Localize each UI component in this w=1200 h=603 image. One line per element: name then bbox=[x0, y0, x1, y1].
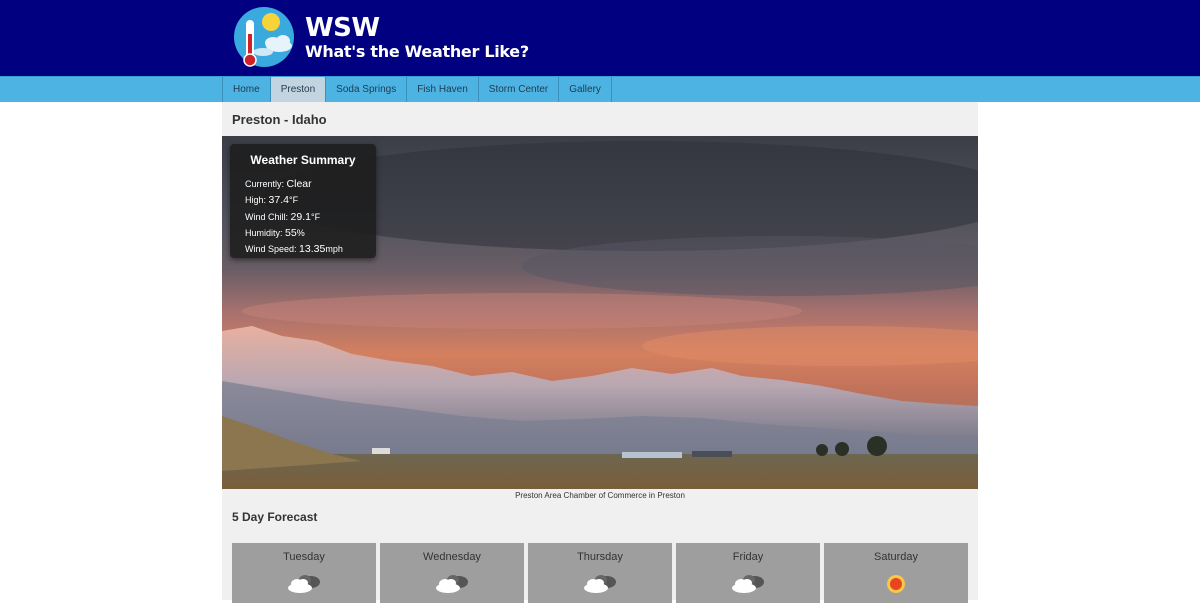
hero-image: Weather Summary Currently: Clear High: 3… bbox=[222, 136, 978, 489]
high-unit: °F bbox=[288, 195, 299, 206]
nav-storm-center[interactable]: Storm Center bbox=[479, 77, 560, 102]
logo-thermometer-icon[interactable] bbox=[233, 6, 295, 68]
humidity-unit: % bbox=[296, 227, 305, 238]
forecast-heading: 5 Day Forecast bbox=[232, 510, 318, 524]
partly-cloudy-icon bbox=[732, 575, 764, 593]
forecast-day-label: Wednesday bbox=[423, 551, 481, 563]
windchill-unit: °F bbox=[310, 211, 321, 222]
summary-list: Currently: Clear High: 37.4°F Wind Chill… bbox=[230, 176, 376, 257]
summary-row-humidity: Humidity: 55% bbox=[245, 225, 376, 241]
windchill-label: Wind Chill: bbox=[245, 211, 289, 222]
humidity-value: 55 bbox=[285, 226, 297, 239]
main-content: Preston - Idaho Weather Summary Currentl… bbox=[222, 102, 978, 603]
partly-cloudy-icon bbox=[584, 575, 616, 593]
forecast-card-thursday: Thursday bbox=[528, 543, 672, 603]
nav-fish-haven[interactable]: Fish Haven bbox=[407, 77, 479, 102]
forecast-card-wednesday: Wednesday bbox=[380, 543, 524, 603]
windspeed-label: Wind Speed: bbox=[245, 244, 297, 255]
forecast-day-label: Thursday bbox=[577, 551, 623, 563]
windchill-value: 29.1 bbox=[290, 210, 311, 223]
nav-menu: Home Preston Soda Springs Fish Haven Sto… bbox=[222, 77, 612, 103]
site-tagline: What's the Weather Like? bbox=[305, 42, 529, 61]
partly-cloudy-icon bbox=[288, 575, 320, 593]
photo-caption: Preston Area Chamber of Commerce in Pres… bbox=[515, 491, 685, 500]
nav-soda-springs[interactable]: Soda Springs bbox=[326, 77, 408, 102]
currently-value: Clear bbox=[286, 178, 312, 190]
nav-preston[interactable]: Preston bbox=[270, 77, 327, 102]
forecast-day-label: Tuesday bbox=[283, 551, 325, 563]
forecast-card-friday: Friday bbox=[676, 543, 820, 603]
currently-label: Currently: bbox=[245, 179, 285, 189]
weather-summary-panel: Weather Summary Currently: Clear High: 3… bbox=[230, 144, 376, 258]
windspeed-unit: mph bbox=[325, 244, 343, 255]
sun-icon bbox=[887, 575, 905, 593]
main-nav: Home Preston Soda Springs Fish Haven Sto… bbox=[0, 76, 1200, 103]
summary-row-windspeed: Wind Speed: 13.35mph bbox=[245, 241, 376, 257]
partly-cloudy-icon bbox=[436, 575, 468, 593]
nav-gallery[interactable]: Gallery bbox=[559, 77, 612, 102]
forecast-day-label: Friday bbox=[732, 551, 764, 563]
forecast-card-saturday: Saturday bbox=[824, 543, 968, 603]
forecast-day-label: Saturday bbox=[873, 551, 919, 563]
nav-home[interactable]: Home bbox=[223, 77, 271, 102]
summary-row-currently: Currently: Clear bbox=[245, 176, 376, 192]
humidity-label: Humidity: bbox=[245, 227, 283, 238]
summary-row-windchill: Wind Chill: 29.1°F bbox=[245, 209, 376, 225]
site-title: WSW bbox=[305, 13, 380, 43]
high-value: 37.4 bbox=[268, 194, 289, 207]
windspeed-value: 13.35 bbox=[299, 243, 326, 256]
page-title: Preston - Idaho bbox=[232, 112, 327, 127]
high-label: High: bbox=[245, 195, 267, 206]
summary-row-high: High: 37.4°F bbox=[245, 192, 376, 208]
summary-title: Weather Summary bbox=[250, 153, 356, 167]
forecast-card-tuesday: Tuesday bbox=[232, 543, 376, 603]
site-header: WSW What's the Weather Like? bbox=[0, 0, 1200, 76]
